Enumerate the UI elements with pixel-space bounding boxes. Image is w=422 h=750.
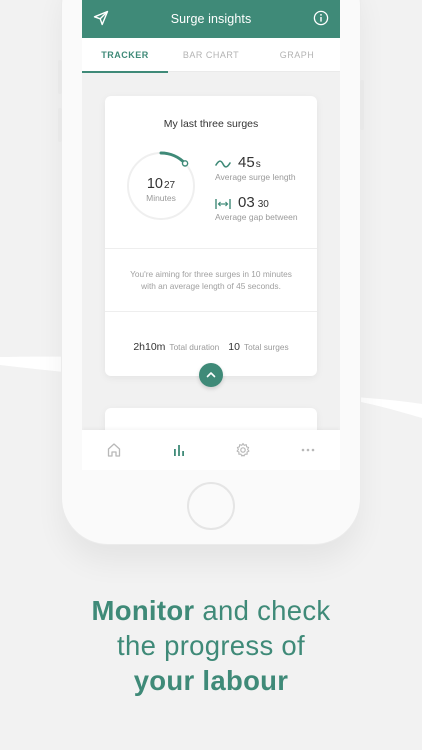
totals-row: 2h10m Total duration 10 Total surges xyxy=(105,337,317,355)
tab-tracker[interactable]: TRACKER xyxy=(82,38,168,73)
ring-value-main: 10 xyxy=(146,176,163,192)
divider xyxy=(105,311,317,312)
ring-value-small: 27 xyxy=(164,180,176,191)
gap-label: Average gap between xyxy=(215,212,298,222)
card-title: My last three surges xyxy=(163,118,259,130)
progress-ring-dot xyxy=(181,160,189,167)
wave-icon xyxy=(215,160,231,168)
bar-chart-icon[interactable] xyxy=(171,442,187,458)
last-surges-card: My last three surges 1027 Minutes 45s Av… xyxy=(105,96,317,376)
page-title: Surge insights xyxy=(170,12,252,26)
chevron-up-icon xyxy=(206,372,216,378)
goal-text: You're aiming for three surges in 10 min… xyxy=(130,269,292,291)
tab-bar: TRACKER BAR CHART GRAPH xyxy=(82,38,340,73)
surge-length-value: 45s xyxy=(238,154,261,171)
phone-side-button xyxy=(360,80,364,130)
divider xyxy=(105,248,317,249)
more-icon[interactable] xyxy=(300,442,316,458)
tab-bar-chart[interactable]: BAR CHART xyxy=(168,38,254,72)
marketing-headline: Monitor and check the progress of your l… xyxy=(0,593,422,698)
phone-home-button xyxy=(187,482,235,530)
headline-bold-3: your labour xyxy=(133,665,289,696)
total-duration-value: 2h10m xyxy=(133,341,166,353)
phone-side-button xyxy=(58,108,62,142)
headline-bold-1: Monitor xyxy=(91,595,195,626)
total-surges-label: Total surges xyxy=(243,342,289,352)
headline-rest-1: and check xyxy=(194,595,331,626)
ring-label: Minutes xyxy=(146,193,176,203)
info-icon[interactable] xyxy=(313,10,329,26)
phone-side-button xyxy=(58,60,62,94)
total-surges-value: 10 xyxy=(228,341,240,353)
gear-icon[interactable] xyxy=(235,442,251,458)
interval-icon xyxy=(215,199,231,209)
home-icon[interactable] xyxy=(106,442,122,458)
bottom-nav xyxy=(82,430,340,470)
surge-length-label: Average surge length xyxy=(215,172,296,182)
tab-graph[interactable]: GRAPH xyxy=(254,38,340,72)
headline-line-2: the progress of xyxy=(117,630,305,661)
gap-value: 03 30 xyxy=(238,194,269,211)
progress-ring-arc xyxy=(159,151,187,165)
app-screen: Surge insights TRACKER BAR CHART GRAPH M… xyxy=(82,0,340,470)
app-header: Surge insights xyxy=(82,0,340,38)
collapse-button[interactable] xyxy=(199,363,223,387)
ring-value: 1027 xyxy=(125,176,197,192)
total-duration-label: Total duration xyxy=(169,342,220,352)
